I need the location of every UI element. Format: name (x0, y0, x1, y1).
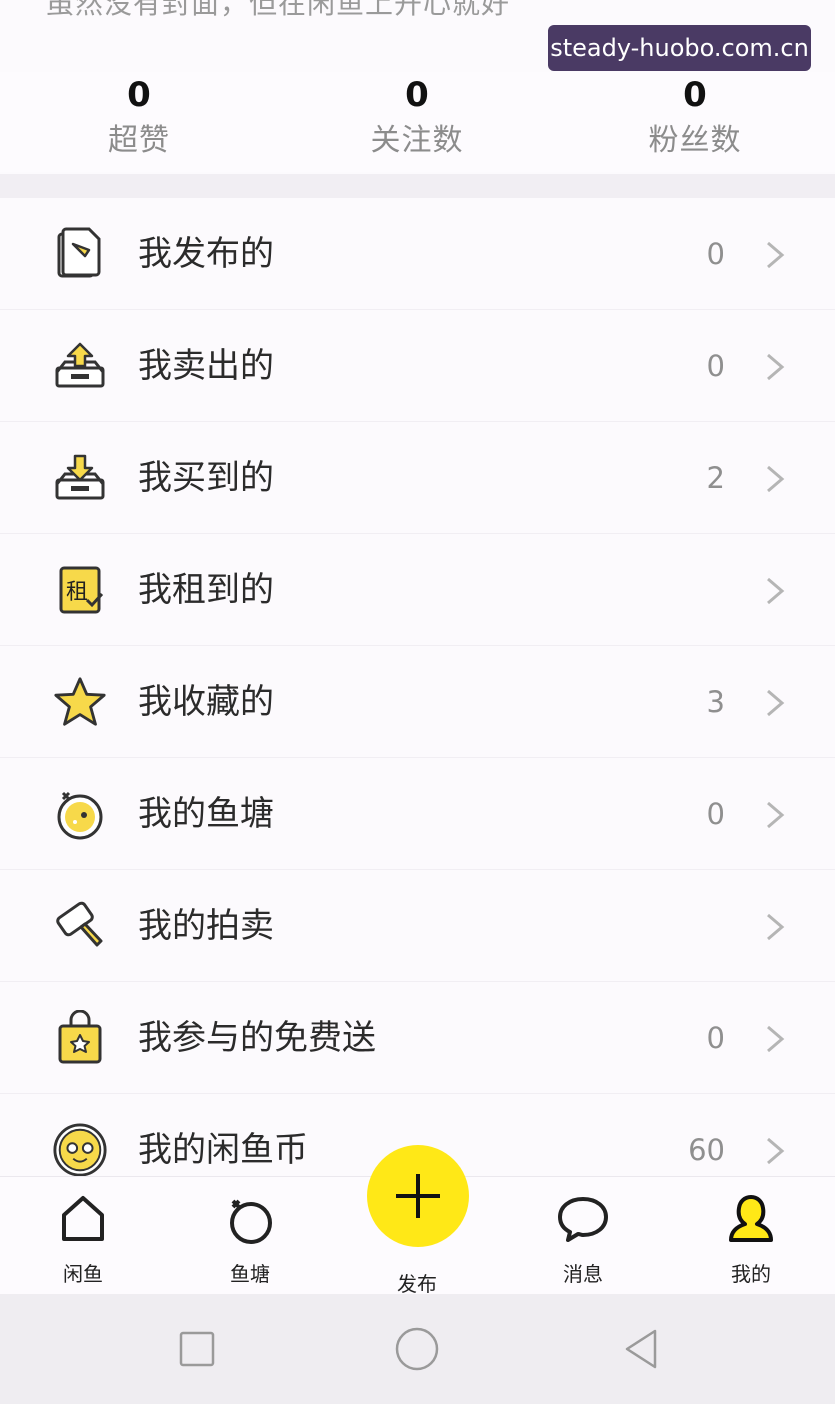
menu-item-count: 0 (706, 237, 725, 271)
menu-item-bought[interactable]: 我买到的 2 (0, 422, 835, 534)
xianyu-coin-icon (52, 1122, 108, 1178)
menu-item-count: 0 (706, 797, 725, 831)
bottom-tab-bar: 闲鱼 鱼塘 发布 消息 我的 (0, 1145, 835, 1296)
tab-messages[interactable]: 消息 (528, 1187, 638, 1287)
tab-label: 消息 (563, 1262, 603, 1286)
tab-mine[interactable]: 我的 (696, 1187, 806, 1287)
square-icon (179, 1331, 215, 1367)
stat-likes[interactable]: 0 超赞 (39, 72, 239, 164)
menu-item-label: 我发布的 (138, 234, 274, 274)
home-button[interactable] (394, 1326, 440, 1372)
screen: 虽然没有封面，但在闲鱼上开心就好 steady-huobo.com.cn 0 超… (0, 0, 835, 1404)
rent-badge-icon: 租 (52, 562, 108, 618)
published-document-icon (52, 226, 108, 282)
menu-item-fish-pond[interactable]: 我的鱼塘 0 (0, 758, 835, 870)
profile-bio-text: 虽然没有封面，但在闲鱼上开心就好 (46, 0, 511, 20)
tab-fish-pond[interactable]: 鱼塘 (195, 1187, 305, 1287)
pond-ring-icon (195, 1187, 305, 1251)
menu-item-count: 60 (688, 1133, 725, 1167)
stat-followers[interactable]: 0 粉丝数 (595, 72, 795, 164)
triangle-back-icon (625, 1329, 657, 1369)
sold-upload-box-icon (52, 338, 108, 394)
menu-item-label: 我买到的 (138, 458, 274, 498)
profile-stats: 0 超赞 0 关注数 0 粉丝数 (0, 72, 835, 172)
watermark-badge: steady-huobo.com.cn (548, 25, 811, 71)
tab-label: 我的 (731, 1262, 771, 1286)
menu-item-label: 我的拍卖 (138, 906, 274, 946)
tab-label: 鱼塘 (230, 1262, 270, 1286)
free-gift-bag-icon (52, 1010, 108, 1066)
tab-label: 闲鱼 (63, 1262, 103, 1286)
auction-hammer-icon (52, 898, 108, 954)
menu-item-auction[interactable]: 我的拍卖 (0, 870, 835, 982)
stat-value: 0 (127, 75, 151, 115)
chevron-right-icon (767, 689, 785, 717)
chevron-right-icon (767, 1137, 785, 1165)
chevron-right-icon (767, 241, 785, 269)
circle-icon (395, 1327, 439, 1371)
home-icon (28, 1187, 138, 1251)
menu-item-label: 我参与的免费送 (138, 1018, 376, 1058)
stat-label: 粉丝数 (648, 123, 742, 158)
menu-item-published[interactable]: 我发布的 0 (0, 198, 835, 310)
stat-label: 关注数 (370, 123, 464, 158)
menu-item-count: 0 (706, 1021, 725, 1055)
stat-value: 0 (405, 75, 429, 115)
menu-item-label: 我收藏的 (138, 682, 274, 722)
message-bubble-icon (528, 1187, 638, 1251)
chevron-right-icon (767, 801, 785, 829)
plus-icon (396, 1174, 440, 1218)
menu-item-count: 0 (706, 349, 725, 383)
chevron-right-icon (767, 1025, 785, 1053)
menu-item-rented[interactable]: 租 我租到的 (0, 534, 835, 646)
publish-button[interactable] (367, 1145, 469, 1247)
system-navigation-bar (0, 1294, 835, 1404)
menu-item-favorites[interactable]: 我收藏的 3 (0, 646, 835, 758)
tab-xianyu[interactable]: 闲鱼 (28, 1187, 138, 1287)
menu-item-count: 3 (706, 685, 725, 719)
menu-item-sold[interactable]: 我卖出的 0 (0, 310, 835, 422)
back-button[interactable] (618, 1326, 664, 1372)
menu-item-count: 2 (706, 461, 725, 495)
profile-icon (696, 1187, 806, 1251)
star-icon (52, 674, 108, 730)
stat-value: 0 (683, 75, 707, 115)
chevron-right-icon (767, 913, 785, 941)
stat-following[interactable]: 0 关注数 (317, 72, 517, 164)
menu-item-label: 我的闲鱼币 (138, 1130, 308, 1170)
stat-label: 超赞 (108, 123, 170, 158)
menu-item-label: 我卖出的 (138, 346, 274, 386)
recent-apps-button[interactable] (174, 1326, 220, 1372)
menu-item-label: 我的鱼塘 (138, 794, 274, 834)
bought-download-box-icon (52, 450, 108, 506)
chevron-right-icon (767, 353, 785, 381)
menu-item-label: 我租到的 (138, 570, 274, 610)
menu-item-free-giveaway[interactable]: 我参与的免费送 0 (0, 982, 835, 1094)
menu-list: 我发布的 0 我卖出的 0 我买到的 2 租 我租到的 我收藏的 3 我的鱼塘 … (0, 198, 835, 1206)
section-divider (0, 174, 835, 198)
chevron-right-icon (767, 465, 785, 493)
chevron-right-icon (767, 577, 785, 605)
fish-pond-icon (52, 786, 108, 842)
rent-badge-text: 租 (66, 580, 88, 605)
